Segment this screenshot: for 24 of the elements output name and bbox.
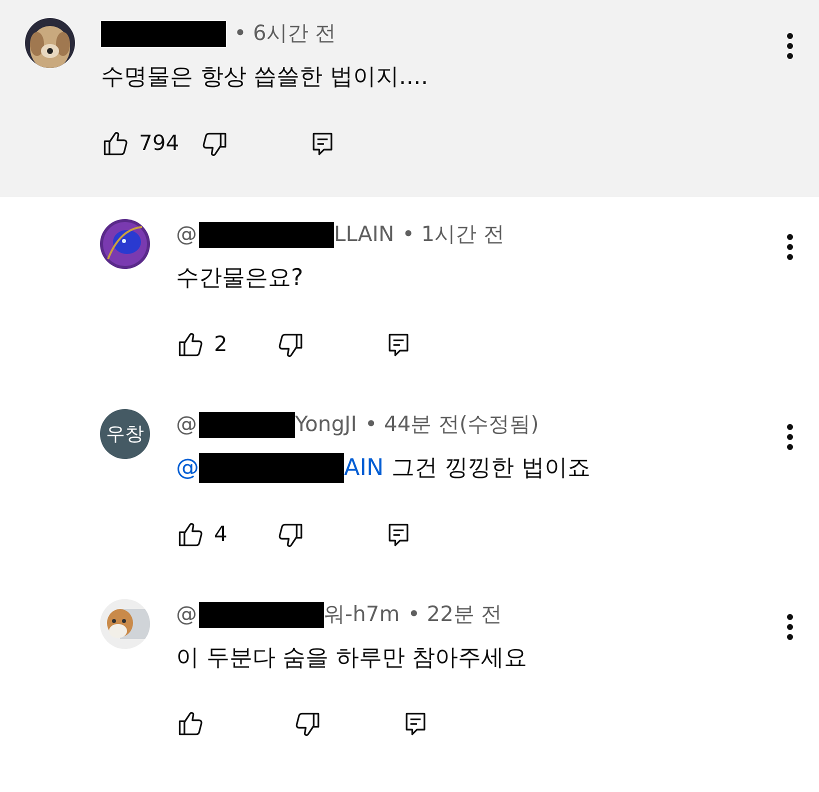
author-name[interactable]: @ bbox=[176, 409, 197, 440]
mention-link[interactable]: AIN bbox=[344, 450, 384, 485]
like-count: 2 bbox=[214, 331, 228, 358]
like-count: 4 bbox=[214, 521, 228, 548]
author-name[interactable]: 워-h7m bbox=[324, 599, 400, 630]
comment-time: • 1시간 전 bbox=[402, 221, 504, 248]
comment-text: 이 두분다 숨을 하루만 참아주세요 bbox=[176, 644, 528, 672]
more-options-icon[interactable] bbox=[786, 614, 794, 640]
mention-link[interactable]: @ bbox=[176, 450, 199, 485]
author-name[interactable]: @ bbox=[176, 219, 197, 250]
more-options-icon[interactable] bbox=[786, 234, 794, 260]
author-name[interactable]: YongJI bbox=[295, 409, 357, 440]
author-name[interactable]: @ bbox=[176, 599, 197, 630]
comment-time: • 22분 전 bbox=[408, 601, 502, 628]
comment-time: • 44분 전(수정됨) bbox=[364, 411, 539, 438]
more-options-icon[interactable] bbox=[786, 424, 794, 450]
comment-text: 수간물은요? bbox=[176, 264, 304, 292]
comment-time: • 6시간 전 bbox=[234, 20, 336, 47]
author-name[interactable]: LLAIN bbox=[334, 219, 394, 250]
like-count: 794 bbox=[139, 130, 180, 157]
comment-text: 그건 낑낑한 법이죠 bbox=[392, 454, 590, 482]
avatar[interactable]: 우창 bbox=[100, 409, 150, 459]
comment-text: 수명물은 항상 씁쓸한 법이지.... bbox=[101, 62, 428, 92]
more-options-icon[interactable] bbox=[786, 33, 794, 59]
